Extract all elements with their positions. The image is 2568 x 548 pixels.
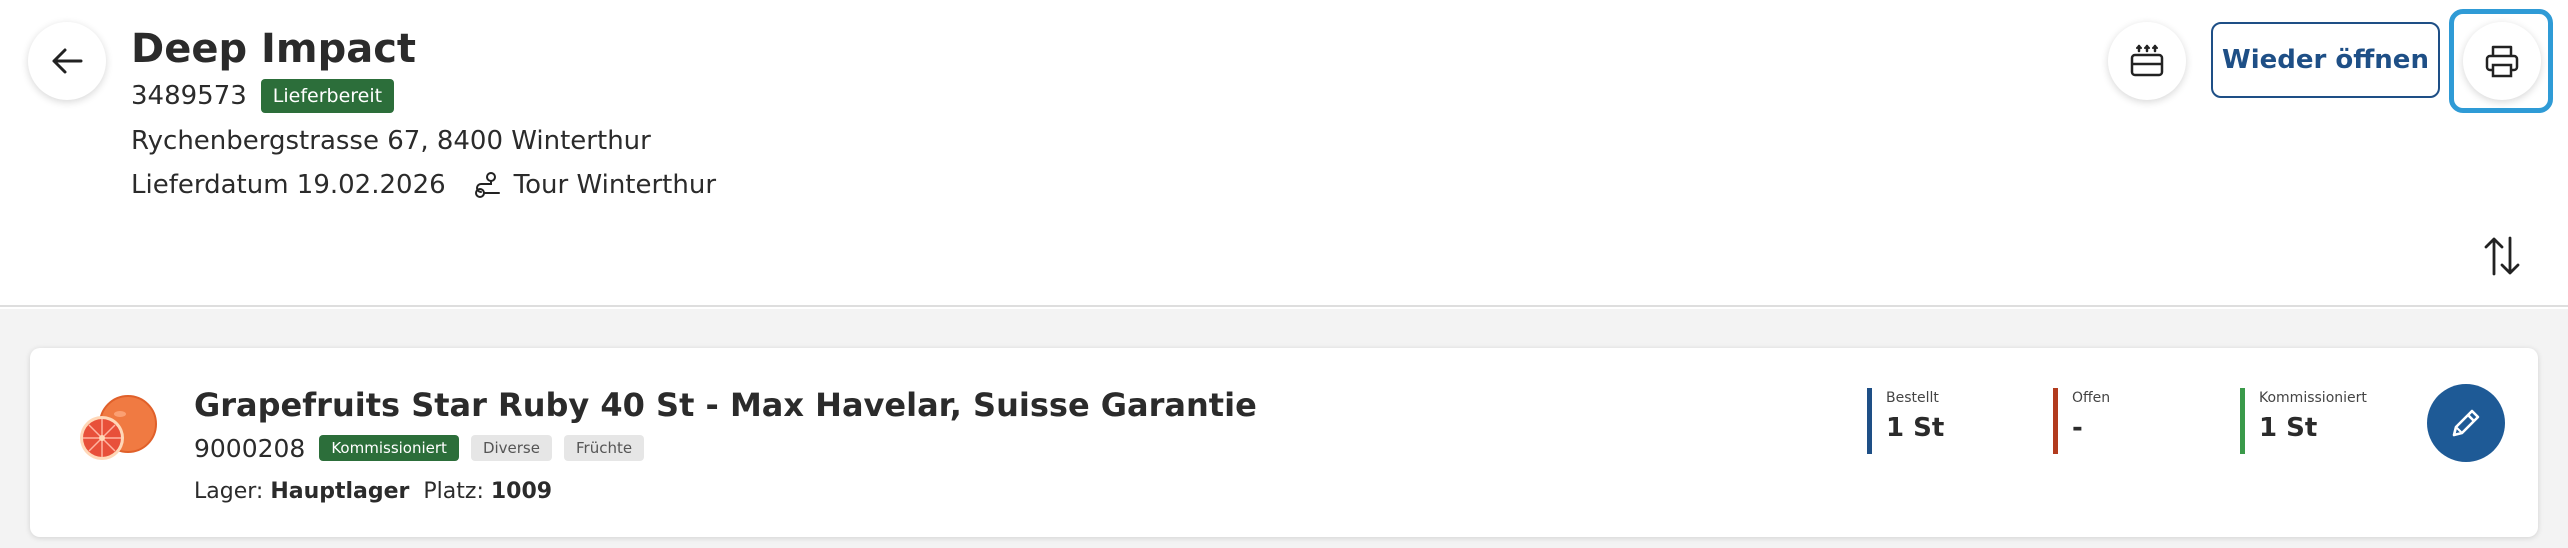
grapefruit-image [80, 395, 157, 460]
stat-label: Offen [2072, 390, 2111, 406]
order-number: 3489573 [131, 81, 247, 111]
delivery-button[interactable] [2108, 22, 2186, 100]
route-icon [474, 172, 500, 198]
stat-offen: Offen - [2053, 388, 2110, 454]
delivery-address: Rychenbergstrasse 67, 8400 Winterthur [131, 126, 651, 156]
status-badge: Lieferbereit [260, 79, 395, 113]
list-item[interactable]: Grapefruits Star Ruby 40 St - Max Havela… [30, 348, 2538, 537]
tour-info: Tour Winterthur [472, 170, 716, 200]
printer-icon [2485, 45, 2519, 78]
stat-value: 1 St [1886, 413, 1945, 443]
arrow-left-icon [52, 48, 83, 74]
pencil-icon [2452, 409, 2480, 437]
stat-value: - [2072, 413, 2083, 443]
lager-label: Lager: [194, 479, 264, 504]
lager-value: Hauptlager [270, 479, 410, 504]
tour-name: Tour Winterthur [513, 170, 717, 200]
item-list: Grapefruits Star Ruby 40 St - Max Havela… [0, 309, 2568, 548]
delivery-box-icon [2130, 44, 2164, 77]
platz-value: 1009 [490, 479, 553, 504]
tag-badge: Diverse [470, 435, 552, 461]
page-title: Deep Impact [131, 26, 417, 72]
order-header: Deep Impact 3489573 Lieferbereit Rychenb… [0, 0, 2568, 307]
stat-label: Bestellt [1886, 390, 1939, 406]
print-button[interactable] [2463, 22, 2541, 100]
edit-button[interactable] [2427, 384, 2505, 462]
tag-badge: Früchte [563, 435, 645, 461]
back-button[interactable] [28, 22, 106, 100]
order-meta: 3489573 Lieferbereit [131, 78, 395, 114]
article-number: 9000208 [194, 433, 306, 463]
delivery-date: Lieferdatum 19.02.2026 [131, 170, 446, 200]
stat-label: Kommissioniert [2259, 390, 2367, 406]
reopen-button[interactable]: Wieder öffnen [2211, 22, 2440, 98]
stat-bestellt: Bestellt 1 St [1867, 388, 1944, 454]
storage-location: Lager: Hauptlager Platz: 1009 [194, 479, 552, 504]
stat-kommissioniert: Kommissioniert 1 St [2240, 388, 2367, 454]
status-badge: Kommissioniert [319, 435, 459, 461]
sort-arrows-icon [2484, 236, 2520, 276]
product-meta: 9000208 Kommissioniert Diverse Früchte [194, 431, 645, 465]
stat-value: 1 St [2259, 413, 2318, 443]
platz-label: Platz: [423, 479, 484, 504]
delivery-info: Lieferdatum 19.02.2026 Tour Winterthur [131, 167, 716, 203]
sort-button[interactable] [2480, 230, 2524, 282]
product-title: Grapefruits Star Ruby 40 St - Max Havela… [194, 386, 1257, 424]
